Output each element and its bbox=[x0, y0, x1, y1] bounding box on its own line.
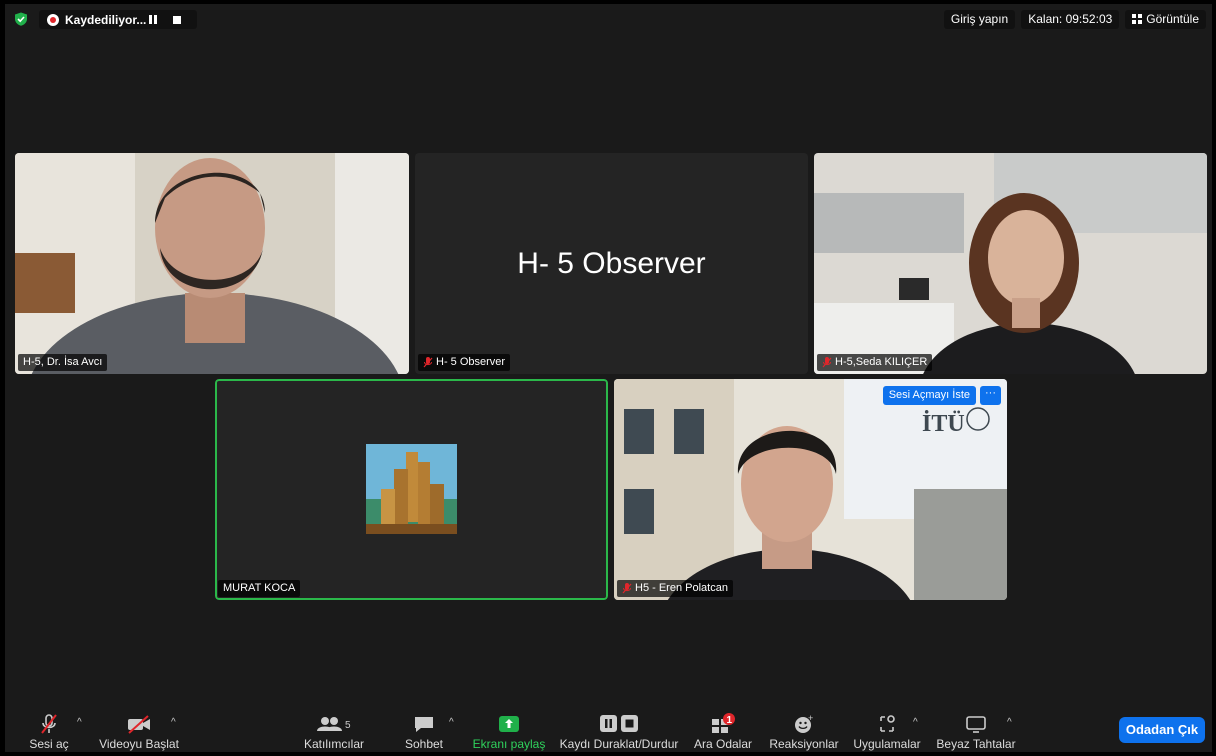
participant-video bbox=[814, 153, 1207, 374]
security-shield-icon[interactable] bbox=[14, 12, 28, 26]
share-screen-label: Ekranı paylaş bbox=[472, 737, 546, 751]
more-options-button[interactable]: ··· bbox=[980, 386, 1001, 405]
video-tile-isa-avci[interactable]: H-5, Dr. İsa Avcı bbox=[15, 153, 409, 374]
video-options-caret-icon[interactable]: ^ bbox=[171, 717, 176, 728]
start-video-button[interactable]: Videoyu Başlat bbox=[93, 707, 185, 752]
svg-text:+: + bbox=[808, 713, 813, 723]
video-off-icon bbox=[128, 715, 150, 734]
breakout-badge: 1 bbox=[727, 715, 733, 726]
record-icon bbox=[47, 13, 59, 26]
smiley-plus-icon: + bbox=[795, 713, 813, 733]
muted-mic-icon bbox=[622, 583, 632, 594]
muted-mic-icon bbox=[423, 357, 433, 368]
muted-mic-icon bbox=[41, 714, 57, 734]
participant-name-tag: H-5, Dr. İsa Avcı bbox=[18, 354, 108, 371]
view-button[interactable]: Görüntüle bbox=[1125, 10, 1206, 29]
stop-recording-icon[interactable] bbox=[173, 15, 181, 24]
whiteboards-options-caret-icon[interactable]: ^ bbox=[1007, 717, 1012, 728]
remaining-time: Kalan: 09:52:03 bbox=[1021, 10, 1120, 29]
participant-display-name: H- 5 Observer bbox=[517, 247, 706, 280]
video-tile-eren-polatcan[interactable]: İTÜ Sesi Açmayı İste ··· H5 - Eren Polat… bbox=[614, 379, 1007, 600]
audio-options-caret-icon[interactable]: ^ bbox=[77, 717, 82, 728]
breakout-rooms-icon: 1 bbox=[712, 713, 735, 733]
participant-video bbox=[15, 153, 409, 374]
participant-name-tag: H-5,Seda KILIÇER bbox=[817, 354, 933, 371]
chat-options-caret-icon[interactable]: ^ bbox=[449, 717, 454, 728]
university-watermark: İTÜ bbox=[922, 411, 965, 437]
chat-label: Sohbet bbox=[404, 737, 444, 751]
participant-name-tag: H5 - Eren Polatcan bbox=[617, 580, 733, 597]
participant-name: H5 - Eren Polatcan bbox=[635, 582, 728, 594]
participant-name: H-5, Dr. İsa Avcı bbox=[23, 356, 103, 368]
apps-options-caret-icon[interactable]: ^ bbox=[913, 717, 918, 728]
participant-name-tag: H- 5 Observer bbox=[418, 354, 511, 371]
video-tile-observer[interactable]: H- 5 Observer H- 5 Observer bbox=[415, 153, 808, 374]
participant-name: H- 5 Observer bbox=[436, 356, 506, 368]
share-screen-button[interactable]: Ekranı paylaş bbox=[469, 707, 549, 752]
participant-video: İTÜ bbox=[614, 379, 1007, 600]
pause-recording-icon[interactable] bbox=[149, 15, 157, 24]
breakout-rooms-button[interactable]: 1 Ara Odalar bbox=[691, 707, 755, 752]
unmute-button[interactable]: Sesi aç bbox=[19, 707, 79, 752]
sign-in-button[interactable]: Giriş yapın bbox=[943, 10, 1016, 29]
participants-label: Katılımcılar bbox=[303, 737, 364, 751]
apps-button[interactable]: Uygulamalar bbox=[851, 707, 923, 752]
leave-meeting-button[interactable]: Odadan Çık bbox=[1119, 717, 1205, 743]
whiteboard-icon bbox=[966, 716, 986, 733]
chat-button[interactable]: Sohbet bbox=[397, 707, 451, 752]
ask-to-unmute-button[interactable]: Sesi Açmayı İste bbox=[882, 386, 976, 405]
top-bar: Kaydediliyor... Giriş yapın Kalan: 09:52… bbox=[5, 4, 1212, 34]
participant-name: MURAT KOCA bbox=[223, 582, 296, 594]
unmute-label: Sesi aç bbox=[29, 737, 69, 751]
start-video-label: Videoyu Başlat bbox=[99, 737, 179, 751]
zoom-meeting-window: Kaydediliyor... Giriş yapın Kalan: 09:52… bbox=[5, 4, 1212, 752]
apps-icon bbox=[880, 715, 895, 732]
share-screen-icon bbox=[499, 716, 519, 732]
participant-name: H-5,Seda KILIÇER bbox=[835, 356, 928, 368]
whiteboards-label: Beyaz Tahtalar bbox=[936, 737, 1016, 751]
meeting-toolbar: Sesi aç ^ Videoyu Başlat ^ 5 Katılımcıla… bbox=[5, 707, 1212, 752]
breakout-label: Ara Odalar bbox=[693, 737, 753, 751]
pause-stop-recording-button[interactable]: Kaydı Duraklat/Durdur bbox=[557, 707, 681, 752]
view-label: Görüntüle bbox=[1146, 12, 1199, 26]
participant-name-tag: MURAT KOCA bbox=[218, 580, 301, 597]
muted-mic-icon bbox=[822, 357, 832, 368]
pause-stop-icon bbox=[600, 715, 638, 732]
record-label: Kaydı Duraklat/Durdur bbox=[559, 737, 679, 751]
chat-icon bbox=[415, 717, 433, 732]
recording-label: Kaydediliyor... bbox=[65, 12, 147, 27]
participants-count: 5 bbox=[345, 720, 351, 731]
profile-picture bbox=[366, 444, 457, 534]
reactions-label: Reaksiyonlar bbox=[769, 737, 839, 751]
video-tile-murat-koca[interactable]: MURAT KOCA bbox=[215, 379, 608, 600]
participants-button[interactable]: 5 Katılımcılar bbox=[299, 707, 369, 752]
apps-label: Uygulamalar bbox=[853, 737, 921, 751]
participants-icon: 5 bbox=[317, 717, 351, 731]
video-tile-seda-kilicer[interactable]: H-5,Seda KILIÇER bbox=[814, 153, 1207, 374]
whiteboards-button[interactable]: Beyaz Tahtalar bbox=[935, 707, 1017, 752]
grid-view-icon bbox=[1132, 14, 1143, 24]
recording-indicator: Kaydediliyor... bbox=[39, 10, 197, 29]
reactions-button[interactable]: + Reaksiyonlar bbox=[765, 707, 843, 752]
